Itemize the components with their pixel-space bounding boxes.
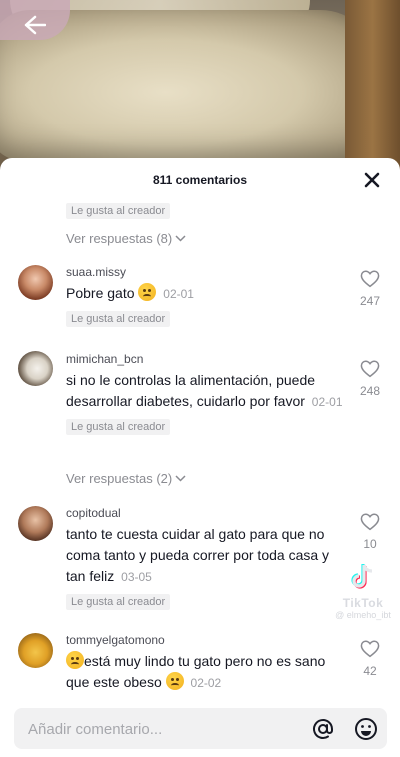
- comment-badge-wrap: Le gusta al creador: [66, 592, 348, 610]
- comment-text: está muy lindo tu gato pero no es sano q…: [66, 651, 348, 694]
- back-arrow-icon[interactable]: [18, 10, 52, 40]
- comment-body: suaa.missy Pobre gato 02-01 Le gusta al …: [66, 264, 348, 327]
- like-button[interactable]: 42: [356, 640, 384, 678]
- previous-comment-badge-wrap: Le gusta al creador: [66, 201, 171, 219]
- close-icon[interactable]: [362, 170, 382, 190]
- watermark-brand: TikTok: [342, 596, 384, 610]
- comment-username[interactable]: mimichan_bcn: [66, 351, 348, 367]
- comment-text-content: Pobre gato: [66, 285, 135, 301]
- comment-input-bar: [14, 708, 387, 751]
- like-button[interactable]: 247: [356, 270, 384, 308]
- sheet-header: 811 comentarios: [0, 158, 400, 202]
- heart-icon: [360, 513, 380, 531]
- comment-input[interactable]: [26, 708, 300, 751]
- comment-text: si no le controlas la alimentación, pued…: [66, 370, 348, 413]
- like-button[interactable]: 10: [356, 513, 384, 551]
- heart-icon: [360, 640, 380, 658]
- view-replies-link[interactable]: Ver respuestas (2): [66, 471, 186, 486]
- at-sign-icon[interactable]: [311, 717, 335, 741]
- like-button[interactable]: 248: [356, 360, 384, 398]
- comment-username[interactable]: suaa.missy: [66, 264, 348, 280]
- video-armrest: [345, 0, 400, 175]
- chevron-down-icon: [175, 235, 186, 242]
- chevron-down-icon: [175, 475, 186, 482]
- worried-face-emoji-icon: [138, 283, 157, 301]
- tiktok-watermark: TikTok @ elmeho_ibt: [328, 563, 398, 620]
- comments-sheet: 811 comentarios Le gusta al creador Ver …: [0, 158, 400, 757]
- creator-liked-badge: Le gusta al creador: [66, 594, 171, 610]
- comment-username[interactable]: copitodual: [66, 505, 348, 521]
- heart-icon: [360, 360, 380, 378]
- comment-text: Pobre gato 02-01: [66, 283, 348, 305]
- comment-date: 02-02: [190, 676, 222, 690]
- comment-date: 02-01: [311, 395, 343, 409]
- avatar[interactable]: [18, 265, 53, 300]
- like-count: 248: [359, 384, 381, 398]
- like-count: 247: [359, 294, 381, 308]
- emoji-icon[interactable]: [354, 717, 378, 741]
- like-count: 10: [363, 537, 377, 551]
- comment-body: copitodual tanto te cuesta cuidar al gat…: [66, 505, 348, 610]
- creator-liked-badge: Le gusta al creador: [66, 203, 171, 219]
- comment-date: 02-01: [163, 287, 194, 301]
- tiktok-logo-icon: [351, 564, 373, 589]
- comments-count-title: 811 comentarios: [152, 173, 248, 187]
- worried-face-emoji-icon: [165, 672, 184, 690]
- view-replies-link[interactable]: Ver respuestas (8): [66, 231, 186, 246]
- view-replies-label: Ver respuestas (2): [66, 471, 173, 486]
- heart-icon: [360, 270, 380, 288]
- comment-badge-wrap: Le gusta al creador: [66, 309, 348, 327]
- comment-badge-wrap: Le gusta al creador: [66, 417, 348, 435]
- comment-body: tommyelgatomono está muy lindo tu gato p…: [66, 632, 348, 694]
- worried-face-emoji-icon: [66, 651, 84, 669]
- video-preview[interactable]: [0, 0, 400, 175]
- like-count: 42: [363, 664, 377, 678]
- comment-replies-wrap[interactable]: Ver respuestas (2): [66, 470, 186, 488]
- watermark-handle: @ elmeho_ibt: [335, 610, 391, 620]
- avatar[interactable]: [18, 351, 53, 386]
- avatar[interactable]: [18, 506, 53, 541]
- view-replies-label: Ver respuestas (8): [66, 231, 173, 246]
- avatar[interactable]: [18, 633, 53, 668]
- comment-text-content: tanto te cuesta cuidar al gato para que …: [66, 526, 330, 584]
- comment-text: tanto te cuesta cuidar al gato para que …: [66, 524, 348, 588]
- comment-username[interactable]: tommyelgatomono: [66, 632, 348, 648]
- creator-liked-badge: Le gusta al creador: [66, 311, 171, 327]
- comment-text-content: si no le controlas la alimentación, pued…: [66, 372, 316, 409]
- comment-body: mimichan_bcn si no le controlas la alime…: [66, 351, 348, 435]
- creator-liked-badge: Le gusta al creador: [66, 419, 171, 435]
- comment-date: 03-05: [121, 570, 152, 584]
- previous-comment-replies[interactable]: Ver respuestas (8): [66, 230, 186, 248]
